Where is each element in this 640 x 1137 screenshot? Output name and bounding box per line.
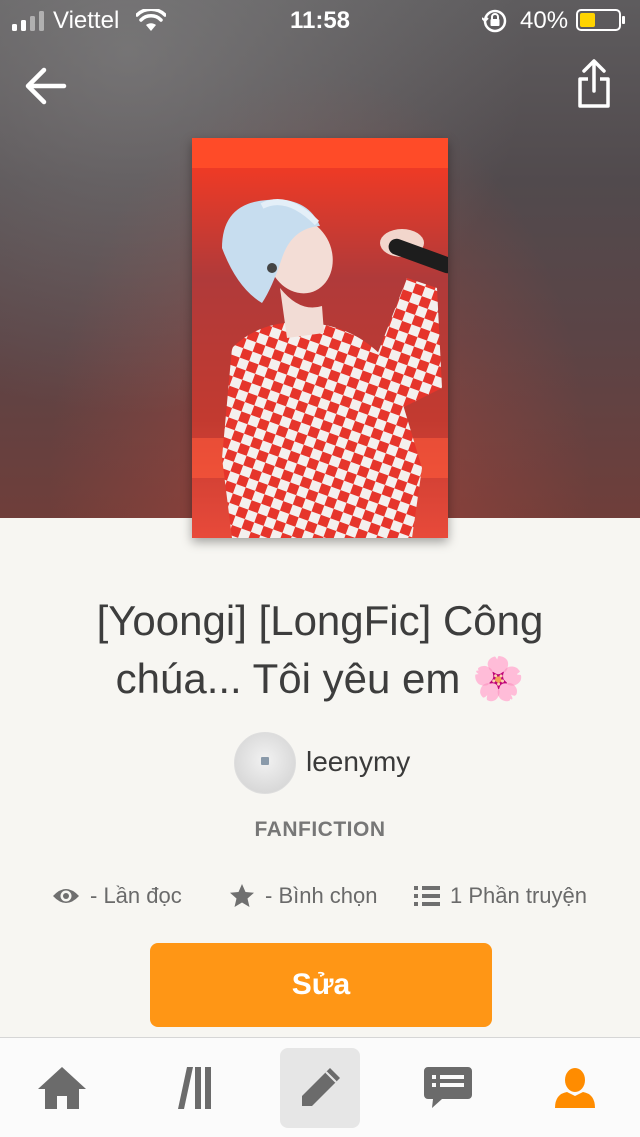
- tab-library[interactable]: [152, 1048, 232, 1128]
- author-row[interactable]: leenymy: [0, 732, 640, 794]
- back-button[interactable]: [20, 60, 72, 112]
- library-icon: [178, 1067, 211, 1109]
- stat-votes: - Bình chọn: [229, 876, 378, 916]
- battery-percent: 40%: [520, 7, 569, 34]
- tab-home[interactable]: [22, 1048, 102, 1128]
- author-name[interactable]: leenymy: [306, 746, 410, 778]
- share-button[interactable]: [568, 56, 620, 112]
- stat-parts[interactable]: 1 Phần truyện: [414, 876, 587, 916]
- profile-icon: [555, 1068, 595, 1108]
- eye-icon: [53, 889, 79, 903]
- stat-reads: - Lần đọc: [52, 876, 182, 916]
- story-title: [Yoongi] [LongFic] Công chúa... Tôi yêu …: [96, 597, 544, 702]
- avatar[interactable]: [234, 732, 296, 794]
- rotation-lock-icon: [482, 9, 507, 33]
- tab-bar: [0, 1037, 640, 1137]
- messages-icon: [424, 1067, 472, 1108]
- tab-write[interactable]: [280, 1048, 360, 1128]
- tab-profile[interactable]: [535, 1048, 615, 1128]
- story-cover-image[interactable]: [192, 138, 448, 538]
- tab-messages[interactable]: [408, 1048, 488, 1128]
- status-bar: Viettel 11:58 40%: [0, 0, 640, 40]
- list-icon: [414, 886, 440, 906]
- stat-parts-label: 1 Phần truyện: [450, 883, 587, 908]
- stat-reads-label: - Lần đọc: [90, 883, 182, 908]
- home-icon: [38, 1067, 86, 1109]
- share-icon: [578, 59, 610, 108]
- story-stats: - Lần đọc - Bình chọn 1 Phần truyện: [0, 876, 640, 916]
- battery-icon: [576, 9, 625, 31]
- write-icon: [302, 1068, 340, 1106]
- star-icon: [230, 884, 254, 907]
- story-category: FANFICTION: [254, 818, 386, 841]
- stat-votes-label: - Bình chọn: [265, 883, 378, 908]
- edit-button[interactable]: Sửa: [150, 943, 492, 1027]
- avatar-image: [261, 757, 269, 765]
- arrow-left-icon: [25, 67, 67, 105]
